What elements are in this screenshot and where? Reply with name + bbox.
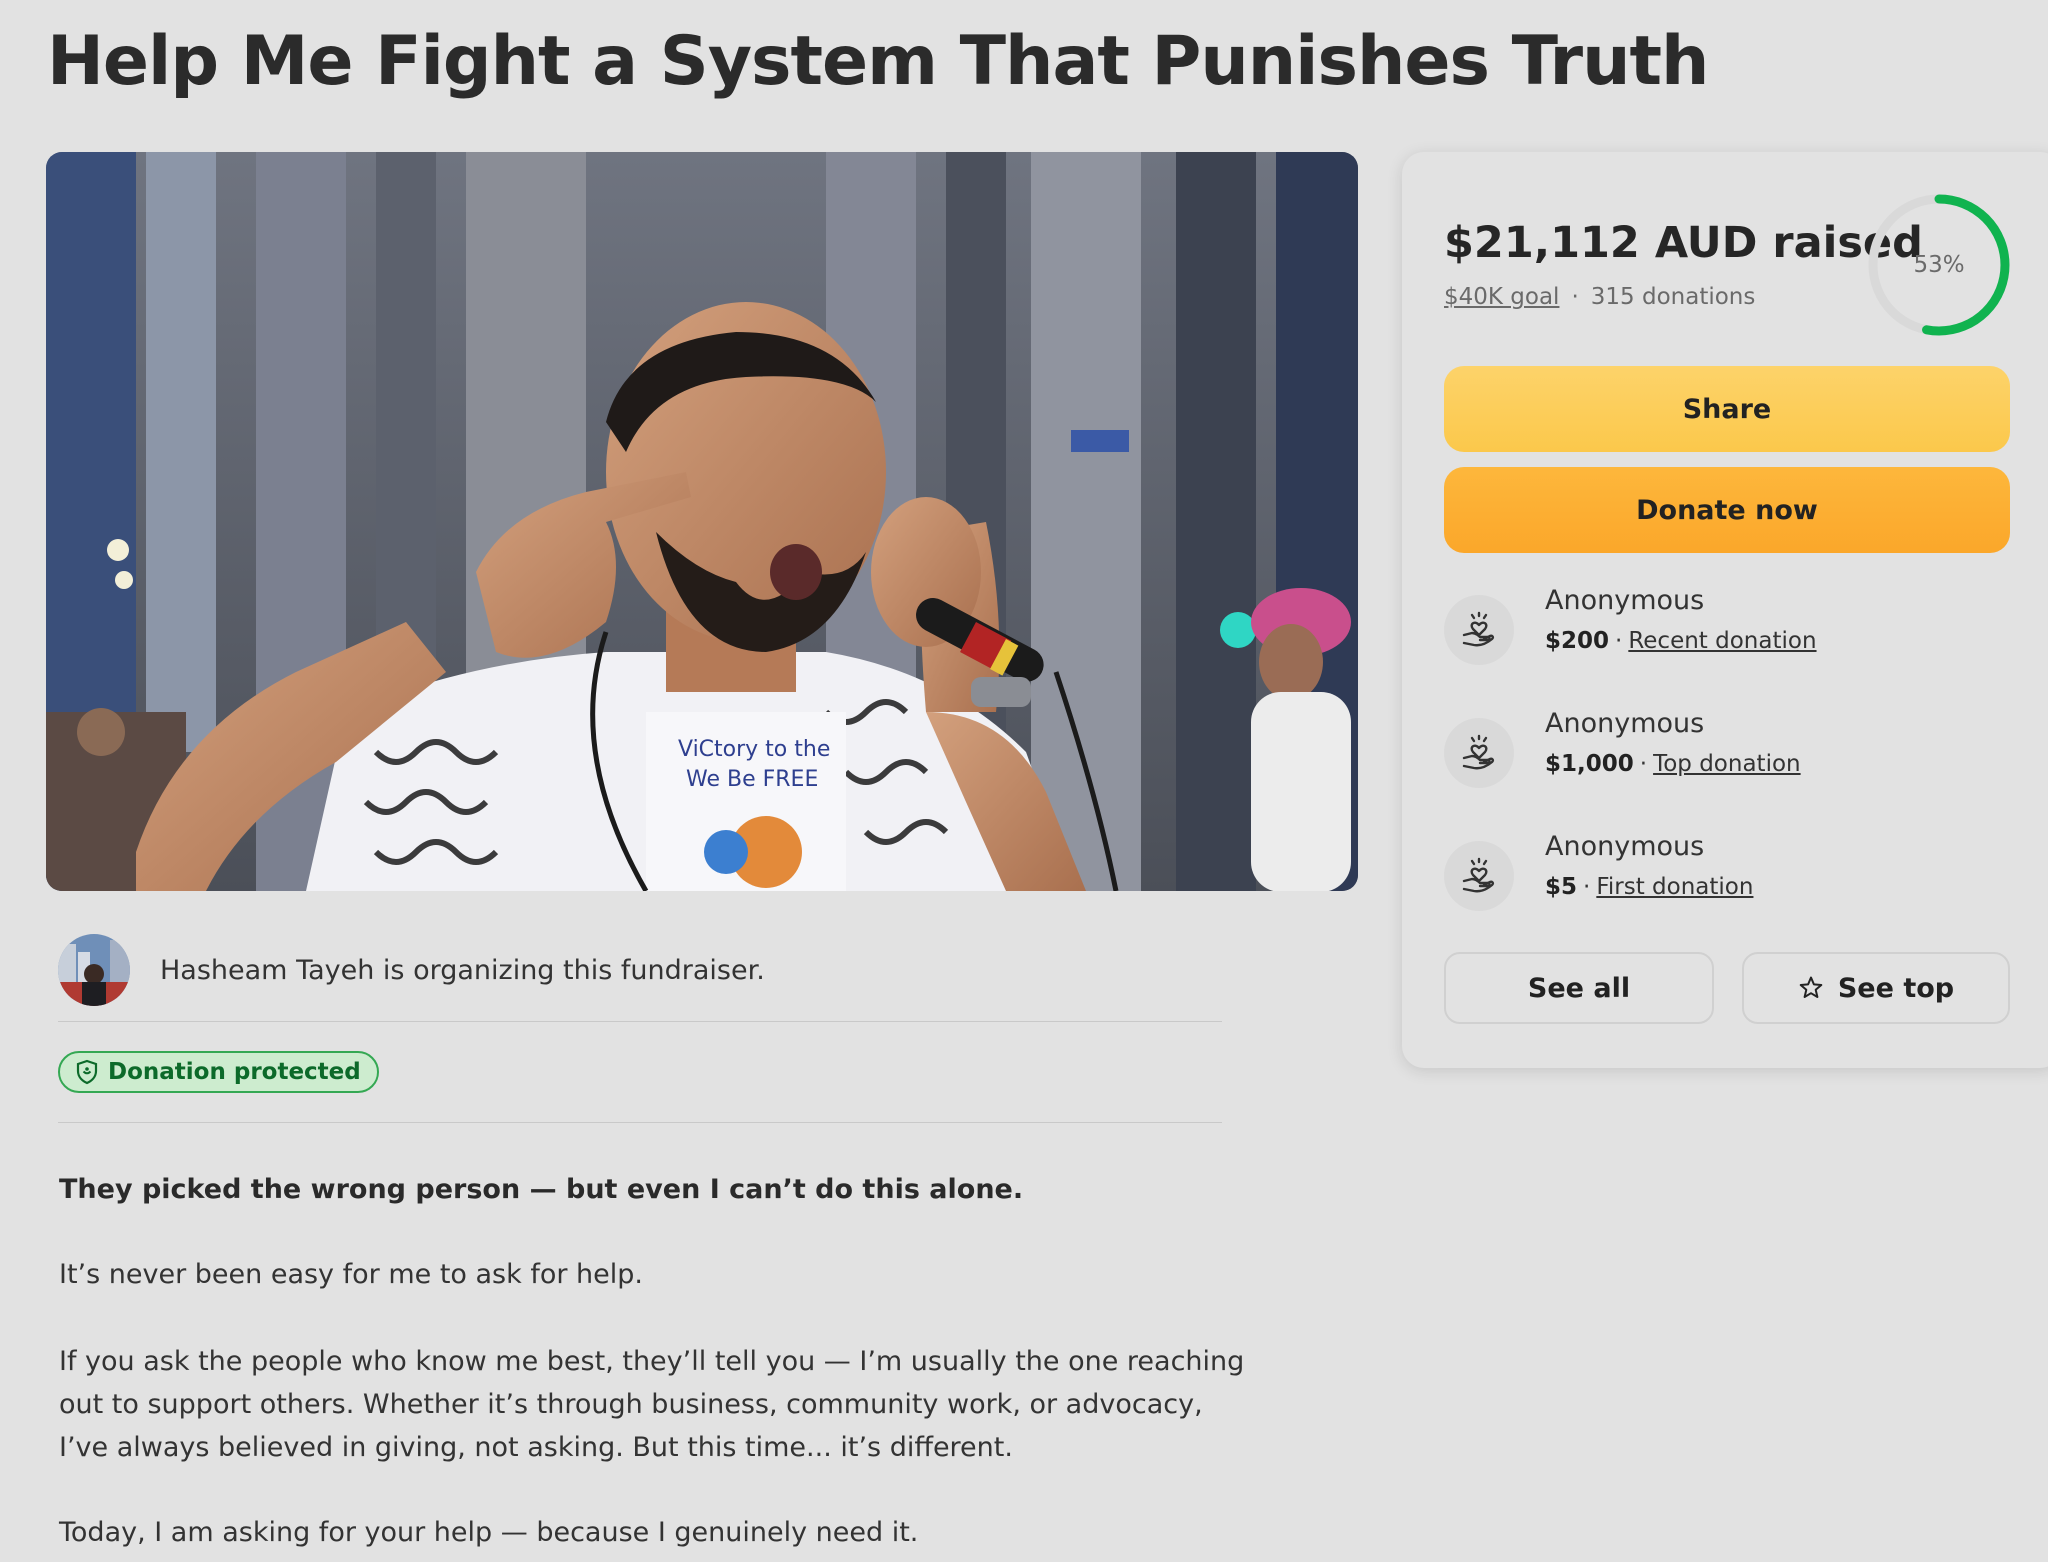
see-all-button[interactable]: See all — [1444, 952, 1714, 1024]
badge-label: Donation protected — [108, 1059, 361, 1085]
see-top-button[interactable]: See top — [1742, 952, 2010, 1024]
see-top-label: See top — [1837, 972, 1955, 1004]
donation-type-link[interactable]: Recent donation — [1628, 628, 1816, 654]
share-button[interactable]: Share — [1444, 366, 2010, 452]
star-icon — [1798, 975, 1824, 1001]
goal-link[interactable]: $40K goal — [1444, 284, 1559, 310]
story-paragraph: If you ask the people who know me best, … — [59, 1346, 1245, 1463]
story-paragraph: Today, I am asking for your help — becau… — [59, 1517, 919, 1548]
donation-item: Anonymous $5 · First donation — [1444, 831, 2004, 917]
donor-name: Anonymous — [1545, 831, 1705, 862]
donation-item: Anonymous $1,000 · Top donation — [1444, 708, 2004, 794]
amount-raised: $21,112 AUD raised — [1444, 218, 1923, 268]
donor-name: Anonymous — [1545, 708, 1705, 739]
donation-meta: $200 · Recent donation — [1545, 628, 1817, 654]
donation-protected-badge[interactable]: Donation protected — [58, 1051, 379, 1093]
organizer-row: Hasheam Tayeh is organizing this fundrai… — [58, 920, 1222, 1020]
goal-line: $40K goal · 315 donations — [1444, 284, 1755, 310]
svg-text:We Be FREE: We Be FREE — [686, 767, 818, 792]
divider — [58, 1122, 1222, 1123]
separator: · — [1615, 628, 1623, 654]
donations-count: 315 donations — [1590, 284, 1756, 310]
separator: · — [1639, 751, 1648, 777]
donation-meta: $1,000 · Top donation — [1545, 751, 1801, 777]
shield-icon — [74, 1059, 100, 1085]
donation-amount: $5 — [1545, 874, 1578, 900]
heart-hand-icon — [1444, 595, 1514, 665]
donation-type-link[interactable]: Top donation — [1653, 751, 1801, 777]
heart-hand-icon — [1444, 841, 1514, 911]
story: They picked the wrong person — but even … — [59, 1168, 1259, 1554]
divider — [58, 1021, 1222, 1022]
page-title: Help Me Fight a System That Punishes Tru… — [47, 22, 1709, 101]
donor-name: Anonymous — [1545, 585, 1705, 616]
progress-ring: 53% — [1866, 192, 2012, 338]
separator: · — [1571, 284, 1579, 310]
story-lead: They picked the wrong person — but even … — [59, 1174, 1024, 1205]
donate-now-button[interactable]: Donate now — [1444, 467, 2010, 553]
campaign-image: ViCtory to the We Be FREE — [46, 152, 1358, 891]
organizer-text: Hasheam Tayeh is organizing this fundrai… — [160, 954, 765, 986]
donation-type-link[interactable]: First donation — [1596, 874, 1753, 900]
donation-amount: $1,000 — [1545, 751, 1634, 777]
heart-hand-icon — [1444, 718, 1514, 788]
organizer-avatar[interactable] — [58, 934, 130, 1006]
donation-meta: $5 · First donation — [1545, 874, 1753, 900]
separator: · — [1583, 874, 1591, 900]
progress-percent: 53% — [1913, 252, 1965, 278]
svg-text:ViCtory to the: ViCtory to the — [678, 737, 830, 762]
donation-item: Anonymous $200 · Recent donation — [1444, 585, 2004, 671]
donation-amount: $200 — [1545, 628, 1610, 654]
story-paragraph: It’s never been easy for me to ask for h… — [59, 1259, 643, 1290]
